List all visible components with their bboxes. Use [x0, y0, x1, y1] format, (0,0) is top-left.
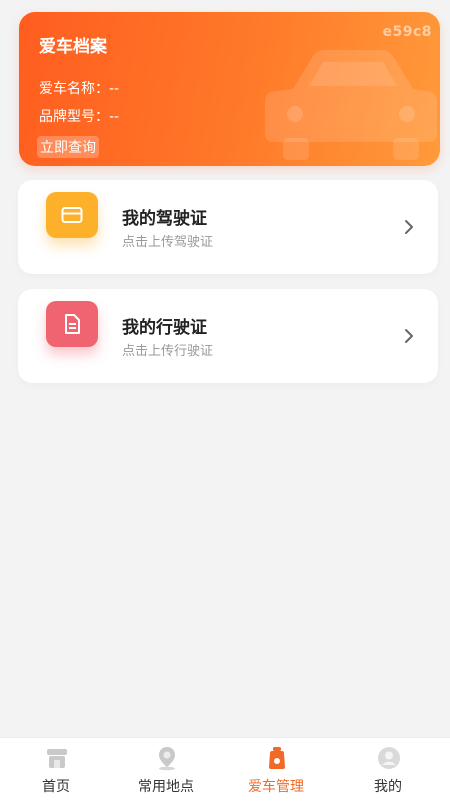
tab-car-management-label: 爱车管理: [248, 779, 304, 795]
car-silhouette-icon: [265, 50, 437, 160]
query-now-link[interactable]: 立即查询: [37, 136, 99, 158]
chevron-right-icon: [405, 220, 413, 234]
car-profile-card[interactable]: e59c8 爱车档案 爱车名称：-- 品牌型号：-- 立即查询: [19, 12, 440, 166]
location-pin-icon: [159, 747, 175, 771]
chevron-right-icon: [405, 329, 413, 343]
tab-home[interactable]: 首页: [0, 738, 112, 801]
vehicle-license-card[interactable]: 我的行驶证 点击上传行驶证: [18, 289, 438, 383]
vehicle-license-title: 我的行驶证: [122, 318, 207, 338]
driver-license-subtitle: 点击上传驾驶证: [122, 235, 214, 250]
user-avatar-icon: [378, 747, 400, 769]
car-manage-icon: [269, 747, 285, 769]
bottom-tab-bar: 首页 常用地点 爱车管理 我的: [0, 737, 450, 801]
car-model-row: 品牌型号：--: [39, 109, 120, 125]
tab-mine-label: 我的: [374, 779, 402, 795]
tab-frequent-places[interactable]: 常用地点: [110, 738, 222, 801]
tab-home-label: 首页: [42, 779, 70, 795]
watermark-text: e59c8: [382, 24, 432, 40]
card-icon: [46, 192, 98, 238]
tab-mine[interactable]: 我的: [332, 738, 444, 801]
tab-frequent-places-label: 常用地点: [138, 779, 194, 795]
vehicle-license-subtitle: 点击上传行驶证: [122, 344, 214, 359]
driver-license-card[interactable]: 我的驾驶证 点击上传驾驶证: [18, 180, 438, 274]
tab-car-management[interactable]: 爱车管理: [220, 738, 332, 801]
car-name-row: 爱车名称：--: [39, 81, 120, 97]
document-icon: [46, 301, 98, 347]
driver-license-title: 我的驾驶证: [122, 209, 207, 229]
car-profile-title: 爱车档案: [39, 37, 107, 57]
home-icon: [47, 749, 67, 768]
